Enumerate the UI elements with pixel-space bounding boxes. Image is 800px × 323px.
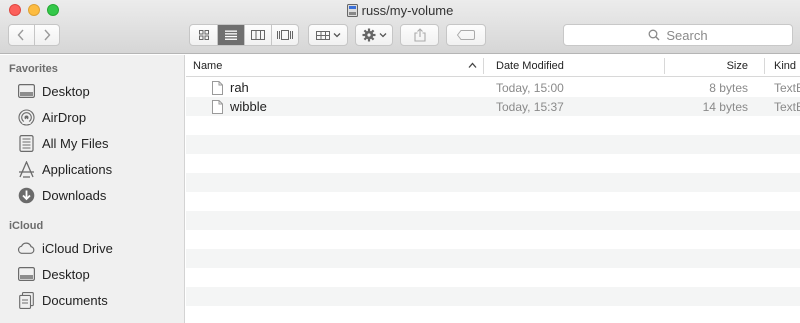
chevron-down-icon bbox=[333, 33, 340, 38]
column-divider[interactable] bbox=[664, 58, 665, 74]
tag-button[interactable] bbox=[446, 24, 486, 46]
downloads-icon bbox=[17, 186, 35, 204]
empty-row bbox=[186, 135, 800, 154]
file-size: 14 bytes bbox=[702, 99, 748, 114]
cloud-icon bbox=[17, 239, 35, 257]
icon-view-button[interactable] bbox=[190, 25, 217, 45]
column-header-size[interactable]: Size bbox=[666, 55, 748, 77]
applications-icon bbox=[17, 160, 35, 178]
column-view-icon bbox=[251, 30, 265, 40]
column-divider[interactable] bbox=[483, 58, 484, 74]
empty-row bbox=[186, 211, 800, 230]
back-button[interactable] bbox=[9, 25, 34, 45]
empty-row bbox=[186, 154, 800, 173]
desktop-icon bbox=[17, 265, 35, 283]
list-view-button[interactable] bbox=[217, 25, 244, 45]
column-header-name[interactable]: Name bbox=[193, 55, 222, 77]
gear-icon bbox=[362, 28, 375, 42]
column-header-name-label: Name bbox=[193, 60, 223, 72]
all-files-icon bbox=[17, 134, 35, 152]
sidebar-item-downloads[interactable]: Downloads bbox=[17, 184, 106, 206]
chevron-left-icon bbox=[18, 29, 25, 41]
column-header-bar: Name Date Modified Size Kind bbox=[186, 55, 800, 77]
file-list: rah Today, 15:00 8 bytes TextE wibble To… bbox=[186, 78, 800, 323]
desktop-icon bbox=[17, 82, 35, 100]
sidebar-section-icloud: iCloud bbox=[9, 220, 44, 232]
sidebar-item-label: AirDrop bbox=[42, 109, 87, 125]
text-file-icon bbox=[212, 99, 223, 114]
sidebar-item-label: All My Files bbox=[42, 135, 109, 151]
cover-flow-button[interactable] bbox=[271, 25, 298, 45]
file-kind: TextE bbox=[774, 80, 800, 95]
file-row[interactable]: wibble Today, 15:37 14 bytes TextE bbox=[186, 97, 800, 116]
sidebar-item-label: Desktop bbox=[42, 83, 90, 99]
text-file-icon bbox=[212, 80, 223, 95]
file-size: 8 bytes bbox=[709, 80, 748, 95]
empty-row bbox=[186, 230, 800, 249]
share-icon bbox=[413, 28, 426, 42]
empty-row bbox=[186, 249, 800, 268]
search-placeholder: Search bbox=[666, 27, 708, 43]
sidebar-item-applications[interactable]: Applications bbox=[17, 158, 112, 180]
empty-row bbox=[186, 192, 800, 211]
sidebar-item-desktop[interactable]: Desktop bbox=[17, 80, 90, 102]
sidebar-item-label: Desktop bbox=[42, 266, 90, 282]
search-icon bbox=[648, 29, 660, 41]
column-header-date-modified[interactable]: Date Modified bbox=[496, 55, 564, 77]
column-view-button[interactable] bbox=[244, 25, 271, 45]
back-forward-group bbox=[8, 24, 60, 46]
sidebar-item-label: iCloud Drive bbox=[42, 240, 113, 256]
sidebar-item-icloud-desktop[interactable]: Desktop bbox=[17, 263, 90, 285]
arrange-grid-icon bbox=[315, 30, 330, 40]
file-date: Today, 15:00 bbox=[496, 80, 564, 95]
sidebar-item-label: Applications bbox=[42, 161, 113, 177]
sidebar-item-icloud-drive[interactable]: iCloud Drive bbox=[17, 237, 113, 259]
view-mode-group bbox=[189, 24, 299, 46]
search-field[interactable]: Search bbox=[563, 24, 793, 46]
forward-button[interactable] bbox=[33, 25, 59, 45]
sidebar-item-all-my-files[interactable]: All My Files bbox=[17, 132, 108, 154]
empty-row bbox=[186, 173, 800, 192]
file-name: wibble bbox=[230, 99, 267, 114]
file-name: rah bbox=[230, 80, 249, 95]
column-header-date-label: Date Modified bbox=[496, 60, 564, 72]
sidebar-item-documents[interactable]: Documents bbox=[17, 289, 108, 311]
cover-flow-icon bbox=[277, 30, 293, 40]
tag-icon bbox=[457, 30, 475, 40]
file-kind: TextE bbox=[774, 99, 800, 114]
documents-icon bbox=[17, 291, 35, 309]
title-bar: russ/my-volume Search bbox=[0, 0, 800, 54]
column-divider[interactable] bbox=[764, 58, 765, 74]
sidebar-item-label: Documents bbox=[42, 292, 108, 308]
sort-ascending-icon bbox=[468, 62, 477, 68]
empty-row bbox=[186, 287, 800, 306]
arrange-button[interactable] bbox=[308, 24, 348, 46]
sidebar-section-favorites: Favorites bbox=[9, 63, 58, 75]
window-title: russ/my-volume bbox=[0, 3, 800, 18]
sidebar-item-airdrop[interactable]: AirDrop bbox=[17, 106, 86, 128]
column-header-kind-label: Kind bbox=[774, 60, 797, 72]
empty-row bbox=[186, 116, 800, 135]
window-title-text: russ/my-volume bbox=[361, 3, 454, 18]
list-view-icon bbox=[225, 30, 237, 40]
file-row[interactable]: rah Today, 15:00 8 bytes TextE bbox=[186, 78, 800, 97]
empty-row bbox=[186, 306, 800, 323]
icon-view-icon bbox=[198, 30, 209, 40]
empty-row bbox=[186, 268, 800, 287]
external-disk-icon bbox=[346, 4, 358, 17]
sidebar-item-label: Downloads bbox=[42, 187, 107, 203]
file-date: Today, 15:37 bbox=[496, 99, 564, 114]
column-header-kind[interactable]: Kind bbox=[774, 55, 796, 77]
share-button[interactable] bbox=[400, 24, 439, 46]
file-name-cell: wibble bbox=[212, 97, 267, 116]
chevron-right-icon bbox=[44, 29, 51, 41]
file-name-cell: rah bbox=[212, 78, 249, 97]
chevron-down-icon bbox=[379, 33, 386, 38]
column-header-size-label: Size bbox=[726, 60, 748, 72]
action-button[interactable] bbox=[355, 24, 393, 46]
airdrop-icon bbox=[17, 108, 35, 126]
sidebar: Favorites Desktop AirDrop All My Files A… bbox=[0, 55, 185, 323]
